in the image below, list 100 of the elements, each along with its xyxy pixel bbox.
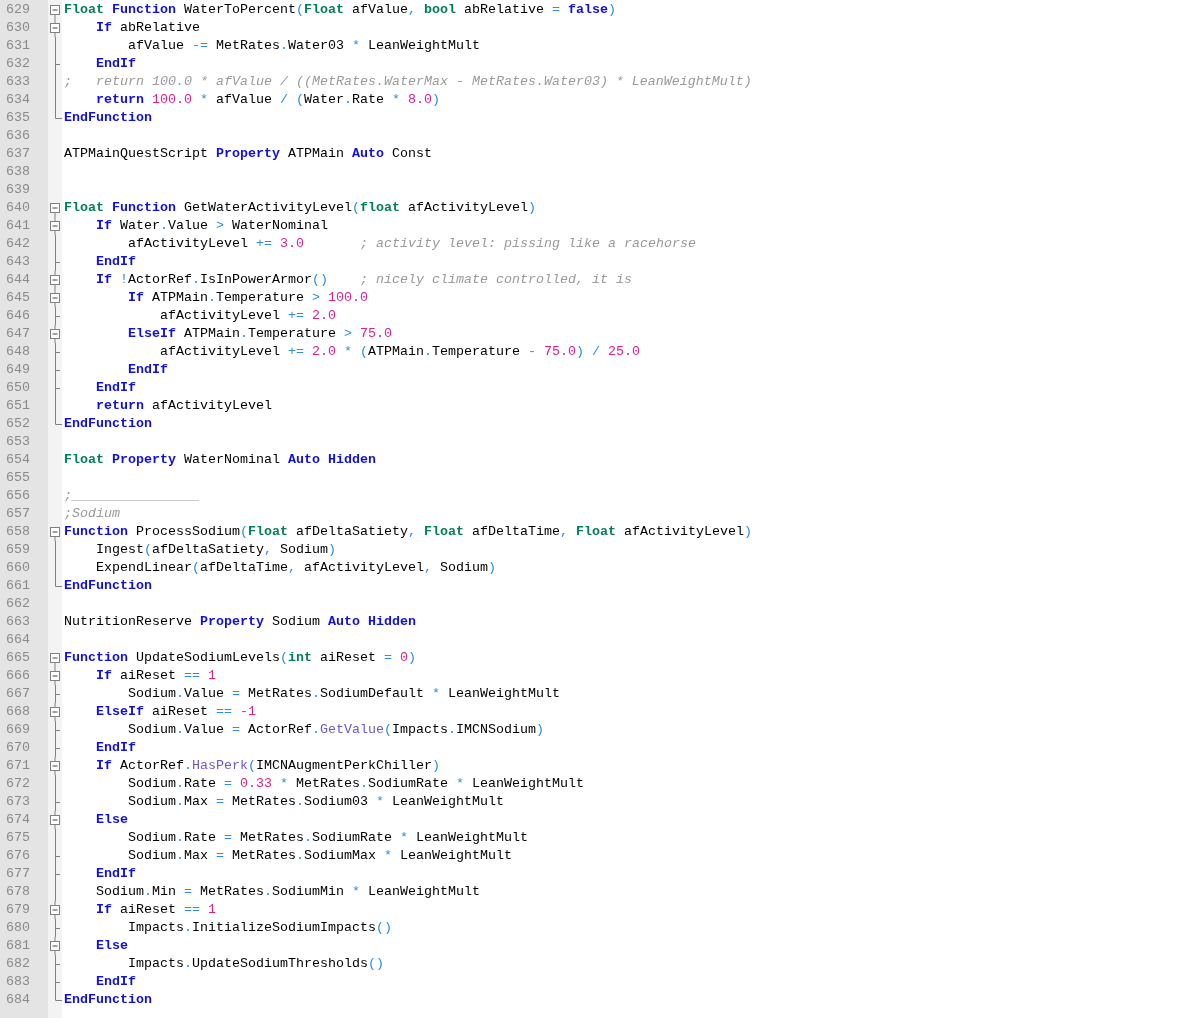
code-line: If ActorRef.HasPerk(IMCNAugmentPerkChiller)	[95, 757, 440, 775]
line-number: 641	[5, 217, 31, 235]
fold-toggle-icon[interactable]	[48, 325, 62, 343]
line-number: 663	[5, 613, 31, 631]
line-number: 672	[5, 775, 31, 793]
line-number: 644	[5, 271, 31, 289]
line-number: 671	[5, 757, 31, 775]
code-line: ;________________	[64, 487, 200, 505]
code-line: ElseIf aiReset == -1	[95, 703, 256, 721]
code-line: EndFunction	[64, 109, 152, 127]
line-number: 668	[5, 703, 31, 721]
line-number: 655	[5, 469, 31, 487]
line-number: 637	[5, 145, 31, 163]
line-number: 639	[5, 181, 31, 199]
code-line: EndFunction	[64, 577, 152, 595]
line-number: 677	[5, 865, 31, 883]
line-number: 673	[5, 793, 31, 811]
line-number: 629	[5, 1, 31, 19]
code-line: EndIf	[95, 253, 136, 271]
code-line: return afActivityLevel	[95, 397, 272, 415]
fold-toggle-icon[interactable]	[48, 217, 62, 235]
line-number: 681	[5, 937, 31, 955]
code-line: Float Function WaterToPercent(Float afValue, bool abRelative = false)	[64, 1, 616, 19]
line-number: 647	[5, 325, 31, 343]
line-number: 684	[5, 991, 31, 1009]
code-line: Ingest(afDeltaSatiety, Sodium)	[95, 541, 336, 559]
code-line: EndIf	[95, 55, 136, 73]
line-number: 631	[5, 37, 31, 55]
line-number: 636	[5, 127, 31, 145]
line-number: 675	[5, 829, 31, 847]
line-number: 648	[5, 343, 31, 361]
code-line: Else	[95, 937, 128, 955]
code-line: Sodium.Max = MetRates.SodiumMax * LeanWeightMult	[127, 847, 512, 865]
line-number: 645	[5, 289, 31, 307]
code-line: Sodium.Value = ActorRef.GetValue(Impacts.IMCNSodium)	[127, 721, 544, 739]
line-number: 679	[5, 901, 31, 919]
code-line: ExpendLinear(afDeltaTime, afActivityLevel, Sodium)	[95, 559, 496, 577]
line-number: 630	[5, 19, 31, 37]
line-number: 654	[5, 451, 31, 469]
fold-toggle-icon[interactable]	[48, 901, 62, 919]
code-line: ; return 100.0 * afValue / ((MetRates.WaterMax - MetRates.Water03) * LeanWeightMult)	[64, 73, 752, 91]
code-line: Impacts.InitializeSodiumImpacts()	[127, 919, 392, 937]
code-line: If ATPMain.Temperature > 100.0	[127, 289, 368, 307]
fold-toggle-icon[interactable]	[48, 703, 62, 721]
code-line: Function UpdateSodiumLevels(int aiReset = 0)	[64, 649, 416, 667]
line-number: 653	[5, 433, 31, 451]
code-line: afActivityLevel += 3.0 ; activity level: pissing like a racehorse	[127, 235, 696, 253]
code-line: EndIf	[95, 739, 136, 757]
line-number: 665	[5, 649, 31, 667]
line-number: 649	[5, 361, 31, 379]
code-line: Sodium.Rate = MetRates.SodiumRate * LeanWeightMult	[127, 829, 528, 847]
code-line: EndIf	[95, 865, 136, 883]
line-number: 666	[5, 667, 31, 685]
line-number: 638	[5, 163, 31, 181]
line-number: 683	[5, 973, 31, 991]
line-number: 674	[5, 811, 31, 829]
code-line: EndIf	[95, 973, 136, 991]
code-line: ElseIf ATPMain.Temperature > 75.0	[127, 325, 392, 343]
line-number: 651	[5, 397, 31, 415]
code-line: If aiReset == 1	[95, 667, 216, 685]
code-line: Float Function GetWaterActivityLevel(float afActivityLevel)	[64, 199, 536, 217]
fold-toggle-icon[interactable]	[48, 19, 62, 37]
line-number: 657	[5, 505, 31, 523]
line-number: 661	[5, 577, 31, 595]
code-line: afValue -= MetRates.Water03 * LeanWeightMult	[127, 37, 480, 55]
line-number: 634	[5, 91, 31, 109]
code-line: afActivityLevel += 2.0 * (ATPMain.Temperature - 75.0) / 25.0	[158, 343, 640, 361]
fold-toggle-icon[interactable]	[48, 667, 62, 685]
code-line: If abRelative	[95, 19, 200, 37]
line-number: 662	[5, 595, 31, 613]
fold-toggle-icon[interactable]	[48, 289, 62, 307]
code-line: Sodium.Rate = 0.33 * MetRates.SodiumRate * LeanWeightMult	[127, 775, 584, 793]
line-number: 667	[5, 685, 31, 703]
code-line: Float Property WaterNominal Auto Hidden	[64, 451, 376, 469]
line-number: 660	[5, 559, 31, 577]
code-line: ATPMainQuestScript Property ATPMain Auto Const	[64, 145, 432, 163]
code-line: EndFunction	[64, 991, 152, 1009]
fold-toggle-icon[interactable]	[48, 937, 62, 955]
line-number: 633	[5, 73, 31, 91]
line-number: 656	[5, 487, 31, 505]
line-number: 643	[5, 253, 31, 271]
code-line: If !ActorRef.IsInPowerArmor() ; nicely climate controlled, it is	[95, 271, 632, 289]
line-number: 670	[5, 739, 31, 757]
code-line: If aiReset == 1	[95, 901, 216, 919]
line-number: 640	[5, 199, 31, 217]
fold-toggle-icon[interactable]	[48, 757, 62, 775]
code-line: Function ProcessSodium(Float afDeltaSatiety, Float afDeltaTime, Float afActivityLevel)	[64, 523, 752, 541]
fold-toggle-icon[interactable]	[48, 271, 62, 289]
code-line: Sodium.Value = MetRates.SodiumDefault * LeanWeightMult	[127, 685, 560, 703]
code-line: If Water.Value > WaterNominal	[95, 217, 328, 235]
code-line: EndFunction	[64, 415, 152, 433]
line-number: 669	[5, 721, 31, 739]
code-line: EndIf	[95, 379, 136, 397]
code-line: afActivityLevel += 2.0	[158, 307, 336, 325]
line-number: 646	[5, 307, 31, 325]
fold-toggle-icon[interactable]	[48, 811, 62, 829]
line-number: 642	[5, 235, 31, 253]
code-line: ;Sodium	[64, 505, 120, 523]
code-line: Impacts.UpdateSodiumThresholds()	[127, 955, 384, 973]
line-number: 676	[5, 847, 31, 865]
